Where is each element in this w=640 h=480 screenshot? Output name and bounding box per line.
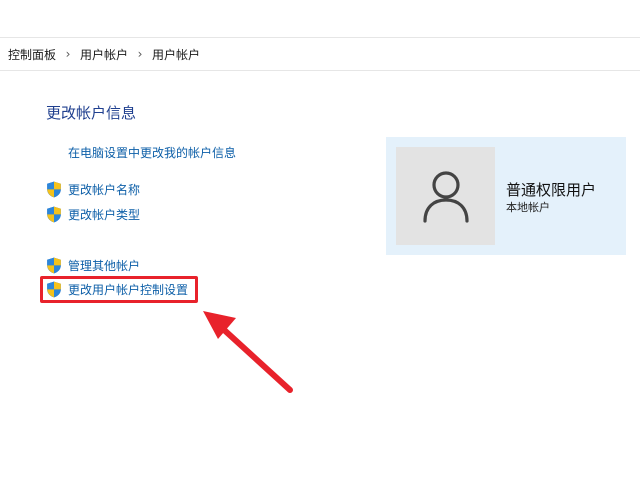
- change-account-type-label: 更改帐户类型: [68, 207, 141, 222]
- account-card: 普通权限用户 本地帐户: [386, 137, 626, 255]
- window-top-area: [0, 0, 640, 38]
- breadcrumb-item-control-panel[interactable]: 控制面板: [0, 46, 60, 63]
- breadcrumb-separator-icon[interactable]: ›: [132, 47, 148, 61]
- account-name: 普通权限用户: [506, 181, 597, 199]
- breadcrumb-separator-icon[interactable]: ›: [60, 47, 76, 61]
- avatar: [396, 147, 495, 245]
- page-title: 更改帐户信息: [46, 104, 137, 122]
- change-account-name-link[interactable]: 更改帐户名称: [46, 181, 140, 198]
- uac-shield-icon: [46, 206, 62, 223]
- manage-other-accounts-link[interactable]: 管理其他帐户: [46, 257, 140, 274]
- uac-shield-icon: [46, 181, 62, 198]
- change-account-name-label: 更改帐户名称: [68, 182, 141, 197]
- pc-settings-link-label: 在电脑设置中更改我的帐户信息: [68, 146, 237, 160]
- breadcrumb-item-user-accounts-current[interactable]: 用户帐户: [148, 46, 204, 63]
- manage-other-accounts-label: 管理其他帐户: [68, 258, 141, 273]
- change-account-type-link[interactable]: 更改帐户类型: [46, 206, 140, 223]
- highlight-box-annotation: [40, 276, 198, 303]
- breadcrumb-item-user-accounts[interactable]: 用户帐户: [76, 46, 132, 63]
- uac-shield-icon: [46, 257, 62, 274]
- pc-settings-link[interactable]: 在电脑设置中更改我的帐户信息: [68, 145, 236, 161]
- account-type: 本地帐户: [506, 201, 550, 214]
- breadcrumb: 控制面板 › 用户帐户 › 用户帐户: [0, 38, 640, 71]
- user-silhouette-icon: [422, 171, 469, 223]
